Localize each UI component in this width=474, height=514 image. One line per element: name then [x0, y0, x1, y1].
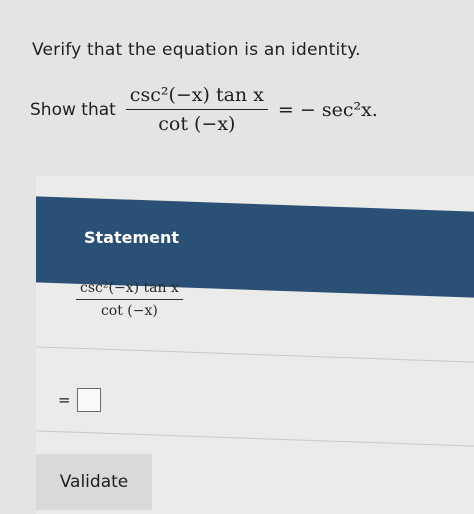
- row-divider: [36, 346, 474, 363]
- answer-input[interactable]: [76, 388, 101, 412]
- problem-prompt: Verify that the equation is an identity.: [32, 40, 361, 60]
- identity-rhs: = − sec²x.: [277, 98, 378, 121]
- identity-lhs-fraction: csc²(−x) tan x cot (−x): [125, 84, 268, 135]
- statement-panel: Statement csc²(−x) tan x cot (−x) = Vali…: [36, 176, 474, 514]
- show-that-row: Show that csc²(−x) tan x cot (−x) = − se…: [30, 84, 378, 135]
- equals-sign: =: [58, 391, 71, 409]
- lhs-denominator: cot (−x): [158, 113, 236, 135]
- statement-denominator: cot (−x): [100, 303, 158, 319]
- lhs-numerator: csc²(−x) tan x: [125, 84, 268, 110]
- validate-button[interactable]: Validate: [36, 454, 152, 510]
- row-divider: [36, 430, 474, 447]
- statement-fraction: csc²(−x) tan x cot (−x): [76, 280, 183, 319]
- statement-numerator: csc²(−x) tan x: [76, 280, 183, 300]
- show-that-label: Show that: [30, 99, 116, 120]
- answer-row: =: [58, 388, 101, 412]
- statement-header-label: Statement: [84, 228, 180, 247]
